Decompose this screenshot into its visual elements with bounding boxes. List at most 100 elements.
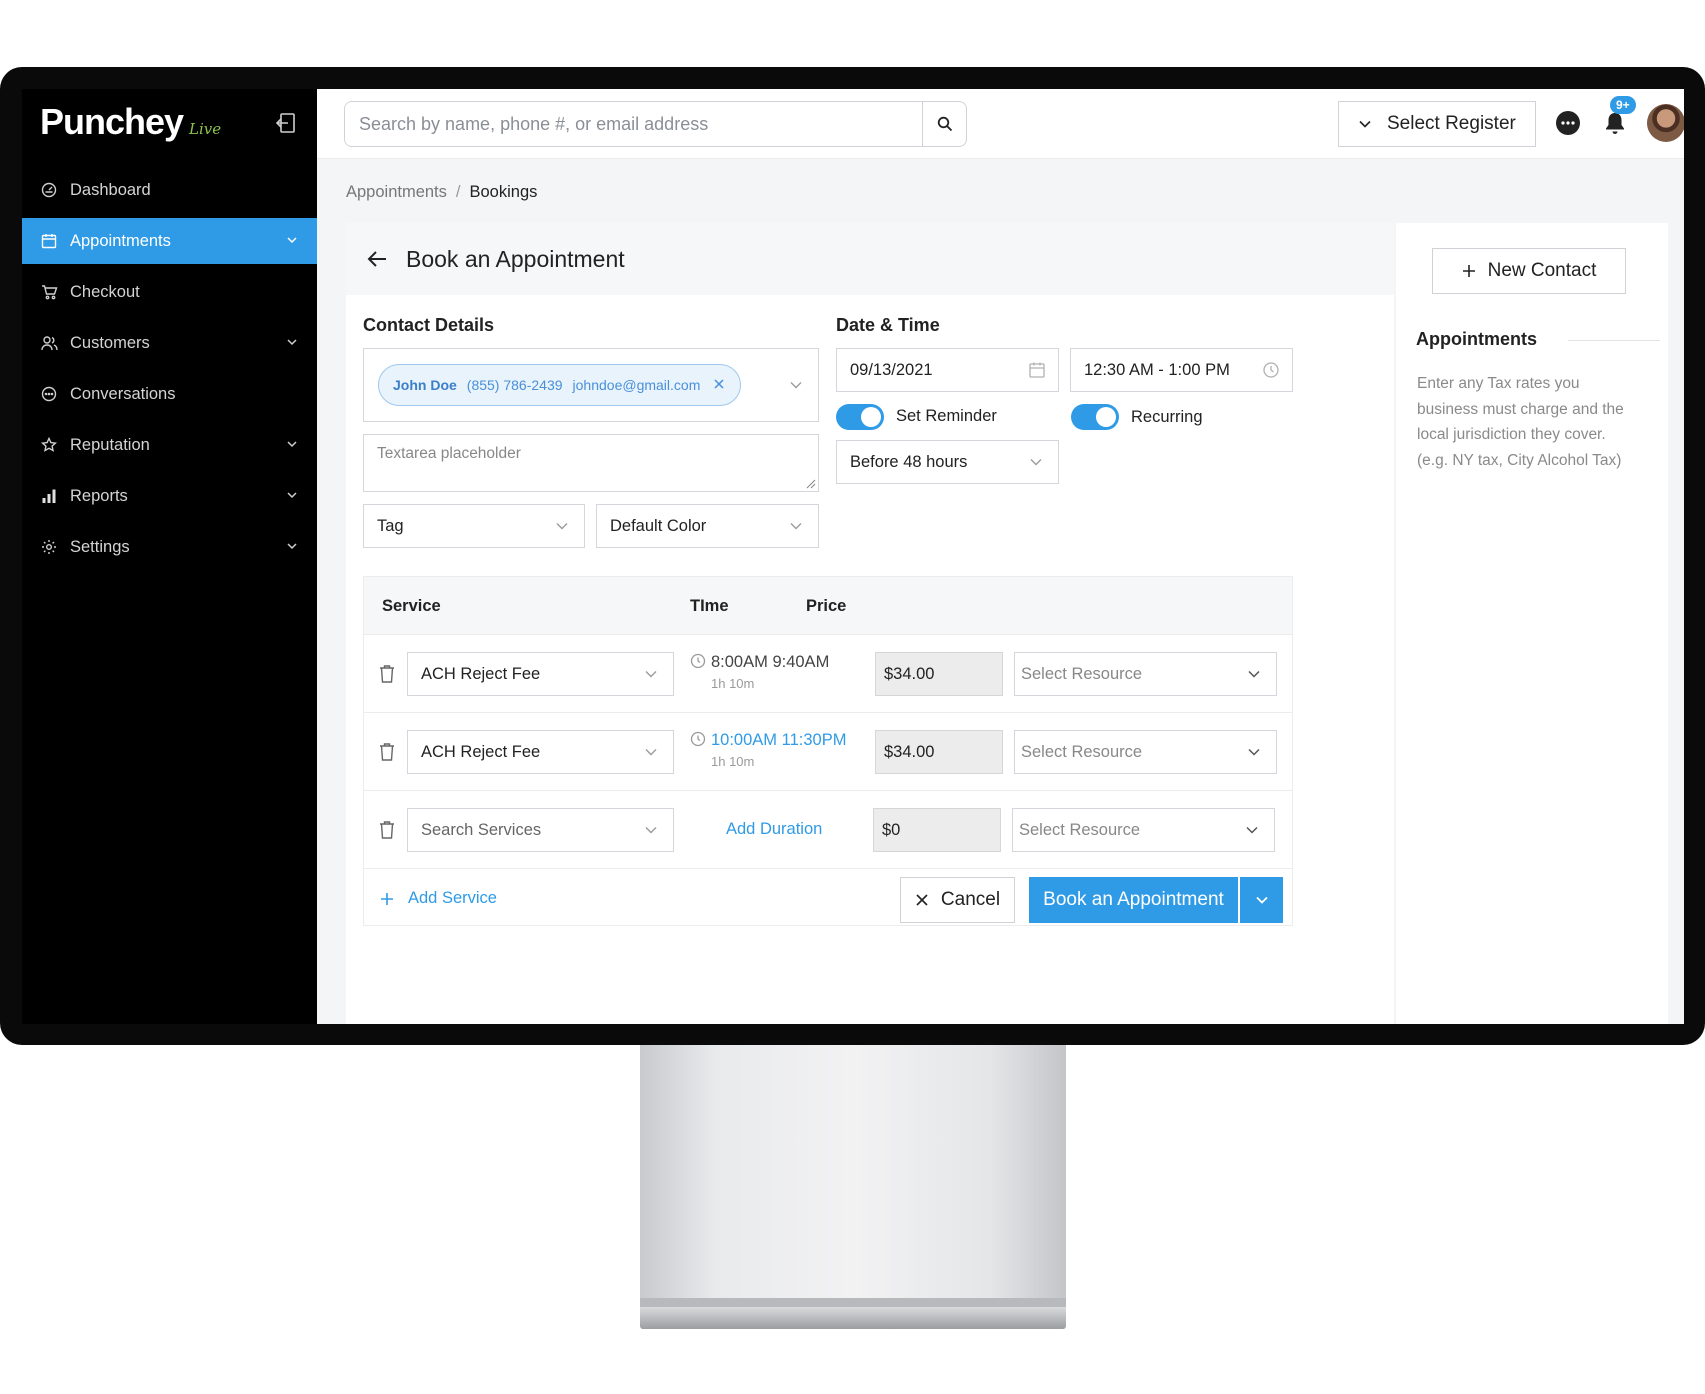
set-reminder-toggle[interactable] bbox=[836, 404, 884, 430]
service-select[interactable]: ACH Reject Fee bbox=[407, 652, 674, 696]
sidebar-item-checkout[interactable]: Checkout bbox=[22, 269, 317, 315]
add-duration-link[interactable]: Add Duration bbox=[726, 820, 822, 839]
register-select-label: Select Register bbox=[1387, 113, 1516, 134]
resize-grip-icon[interactable] bbox=[806, 479, 816, 489]
search-bar bbox=[344, 101, 967, 147]
cart-icon bbox=[40, 283, 58, 301]
price-input[interactable]: $34.00 bbox=[875, 730, 1003, 774]
sidebar-item-reputation[interactable]: Reputation bbox=[22, 422, 317, 468]
cancel-button[interactable]: Cancel bbox=[900, 877, 1015, 923]
sidebar-item-label: Dashboard bbox=[70, 180, 151, 199]
sidebar-item-settings[interactable]: Settings bbox=[22, 524, 317, 570]
price-value: $34.00 bbox=[884, 742, 935, 761]
service-time[interactable]: 8:00AM 9:40AM 1h 10m bbox=[690, 653, 829, 691]
book-appointment-button[interactable]: Book an Appointment bbox=[1029, 877, 1238, 923]
service-select[interactable]: ACH Reject Fee bbox=[407, 730, 674, 774]
chevron-down-icon bbox=[645, 827, 657, 834]
remove-contact-icon[interactable] bbox=[712, 377, 726, 391]
sidebar-item-label: Reports bbox=[70, 486, 128, 505]
app-screen: Punchey Live Dashboard Appointments Chec… bbox=[22, 89, 1684, 1024]
close-icon bbox=[916, 894, 928, 906]
page-title: Book an Appointment bbox=[406, 245, 625, 272]
reminder-select-label: Before 48 hours bbox=[850, 452, 968, 471]
price-input[interactable]: $0 bbox=[873, 808, 1001, 852]
book-options-dropdown[interactable] bbox=[1240, 877, 1283, 923]
table-row-new: Search Services Add Duration $0 Select R… bbox=[364, 791, 1292, 869]
table-row: ACH Reject Fee 10:00AM 11:30PM 1h 10m $3… bbox=[364, 713, 1292, 791]
resource-select[interactable]: Select Resource bbox=[1012, 808, 1275, 852]
sidebar-item-customers[interactable]: Customers bbox=[22, 320, 317, 366]
chevron-down-icon bbox=[287, 492, 297, 499]
cancel-label: Cancel bbox=[940, 889, 1001, 910]
chevron-down-icon bbox=[1248, 670, 1260, 678]
chevron-down-icon bbox=[1246, 826, 1258, 834]
chevron-down-icon bbox=[1359, 120, 1371, 128]
sidebar-item-appointments[interactable]: Appointments bbox=[22, 218, 317, 264]
notes-textarea[interactable]: Textarea placeholder bbox=[363, 434, 819, 492]
contact-chip[interactable]: John Doe (855) 786-2439 johndoe@gmail.co… bbox=[378, 364, 741, 406]
dashboard-icon bbox=[40, 181, 58, 199]
sidebar-item-reports[interactable]: Reports bbox=[22, 473, 317, 519]
breadcrumb: Appointments / Bookings bbox=[346, 183, 537, 202]
resource-select[interactable]: Select Resource bbox=[1014, 652, 1277, 696]
resource-select-label: Select Resource bbox=[1021, 664, 1143, 683]
gear-icon bbox=[40, 538, 58, 556]
time-range-value: 12:30 AM - 1:00 PM bbox=[1084, 360, 1230, 379]
service-time[interactable]: 10:00AM 11:30PM 1h 10m bbox=[690, 731, 846, 769]
bell-icon[interactable] bbox=[1604, 111, 1626, 135]
reminder-select[interactable]: Before 48 hours bbox=[836, 440, 1059, 484]
recurring-toggle[interactable] bbox=[1071, 404, 1119, 430]
sidebar: Punchey Live Dashboard Appointments Chec… bbox=[22, 89, 317, 1024]
service-select-label: ACH Reject Fee bbox=[421, 664, 541, 683]
date-input[interactable]: 09/13/2021 bbox=[836, 348, 1059, 392]
color-select[interactable]: Default Color bbox=[596, 504, 819, 548]
back-arrow-icon[interactable] bbox=[366, 247, 390, 271]
search-input[interactable] bbox=[345, 102, 922, 146]
search-services-placeholder: Search Services bbox=[421, 820, 542, 839]
search-services-select[interactable]: Search Services bbox=[407, 808, 674, 852]
chevron-down-icon bbox=[556, 523, 568, 530]
contact-select[interactable]: John Doe (855) 786-2439 johndoe@gmail.co… bbox=[363, 348, 819, 422]
right-panel-description: Enter any Tax rates you business must ch… bbox=[1417, 375, 1624, 469]
plus-icon bbox=[381, 892, 393, 905]
chevron-down-icon bbox=[645, 749, 657, 756]
messages-icon[interactable] bbox=[1555, 110, 1581, 136]
chevron-down-icon bbox=[287, 237, 297, 244]
time-range-input[interactable]: 12:30 AM - 1:00 PM bbox=[1070, 348, 1293, 392]
users-icon bbox=[40, 334, 58, 352]
resource-select[interactable]: Select Resource bbox=[1014, 730, 1277, 774]
color-select-label: Default Color bbox=[610, 516, 707, 535]
breadcrumb-parent[interactable]: Appointments bbox=[346, 183, 447, 201]
new-contact-button[interactable]: New Contact bbox=[1432, 248, 1626, 294]
trash-icon[interactable] bbox=[378, 820, 396, 840]
price-input[interactable]: $34.00 bbox=[875, 652, 1003, 696]
calendar-icon bbox=[40, 232, 58, 250]
chevron-down-icon bbox=[287, 441, 297, 448]
search-button[interactable] bbox=[922, 102, 966, 146]
avatar[interactable] bbox=[1647, 104, 1684, 142]
clock-icon bbox=[690, 653, 706, 669]
booking-card: Book an Appointment Contact Details John… bbox=[346, 223, 1394, 1024]
monitor-stand-base bbox=[640, 1307, 1066, 1329]
new-contact-label: New Contact bbox=[1487, 260, 1597, 281]
trash-icon[interactable] bbox=[378, 742, 396, 762]
time-column-header: TIme bbox=[690, 597, 729, 615]
calendar-icon[interactable] bbox=[1028, 361, 1046, 379]
recurring-label: Recurring bbox=[1131, 408, 1203, 426]
collapse-sidebar-icon[interactable] bbox=[274, 111, 298, 135]
clock-icon[interactable] bbox=[1262, 361, 1280, 379]
trash-icon[interactable] bbox=[378, 664, 396, 684]
set-reminder-label: Set Reminder bbox=[896, 407, 997, 425]
services-table-header: Service TIme Price bbox=[364, 577, 1292, 635]
service-duration: 1h 10m bbox=[711, 676, 755, 691]
sidebar-item-conversations[interactable]: Conversations bbox=[22, 371, 317, 417]
register-select[interactable]: Select Register bbox=[1338, 101, 1536, 147]
add-service-button[interactable]: Add Service bbox=[380, 889, 497, 908]
sidebar-item-dashboard[interactable]: Dashboard bbox=[22, 167, 317, 213]
service-time-value: 10:00AM 11:30PM bbox=[711, 731, 847, 749]
bar-chart-icon bbox=[40, 487, 58, 505]
contact-email: johndoe@gmail.com bbox=[572, 377, 701, 393]
chevron-down-icon bbox=[1248, 748, 1260, 756]
brand-logo[interactable]: Punchey Live bbox=[40, 101, 221, 143]
tag-select[interactable]: Tag bbox=[363, 504, 585, 548]
